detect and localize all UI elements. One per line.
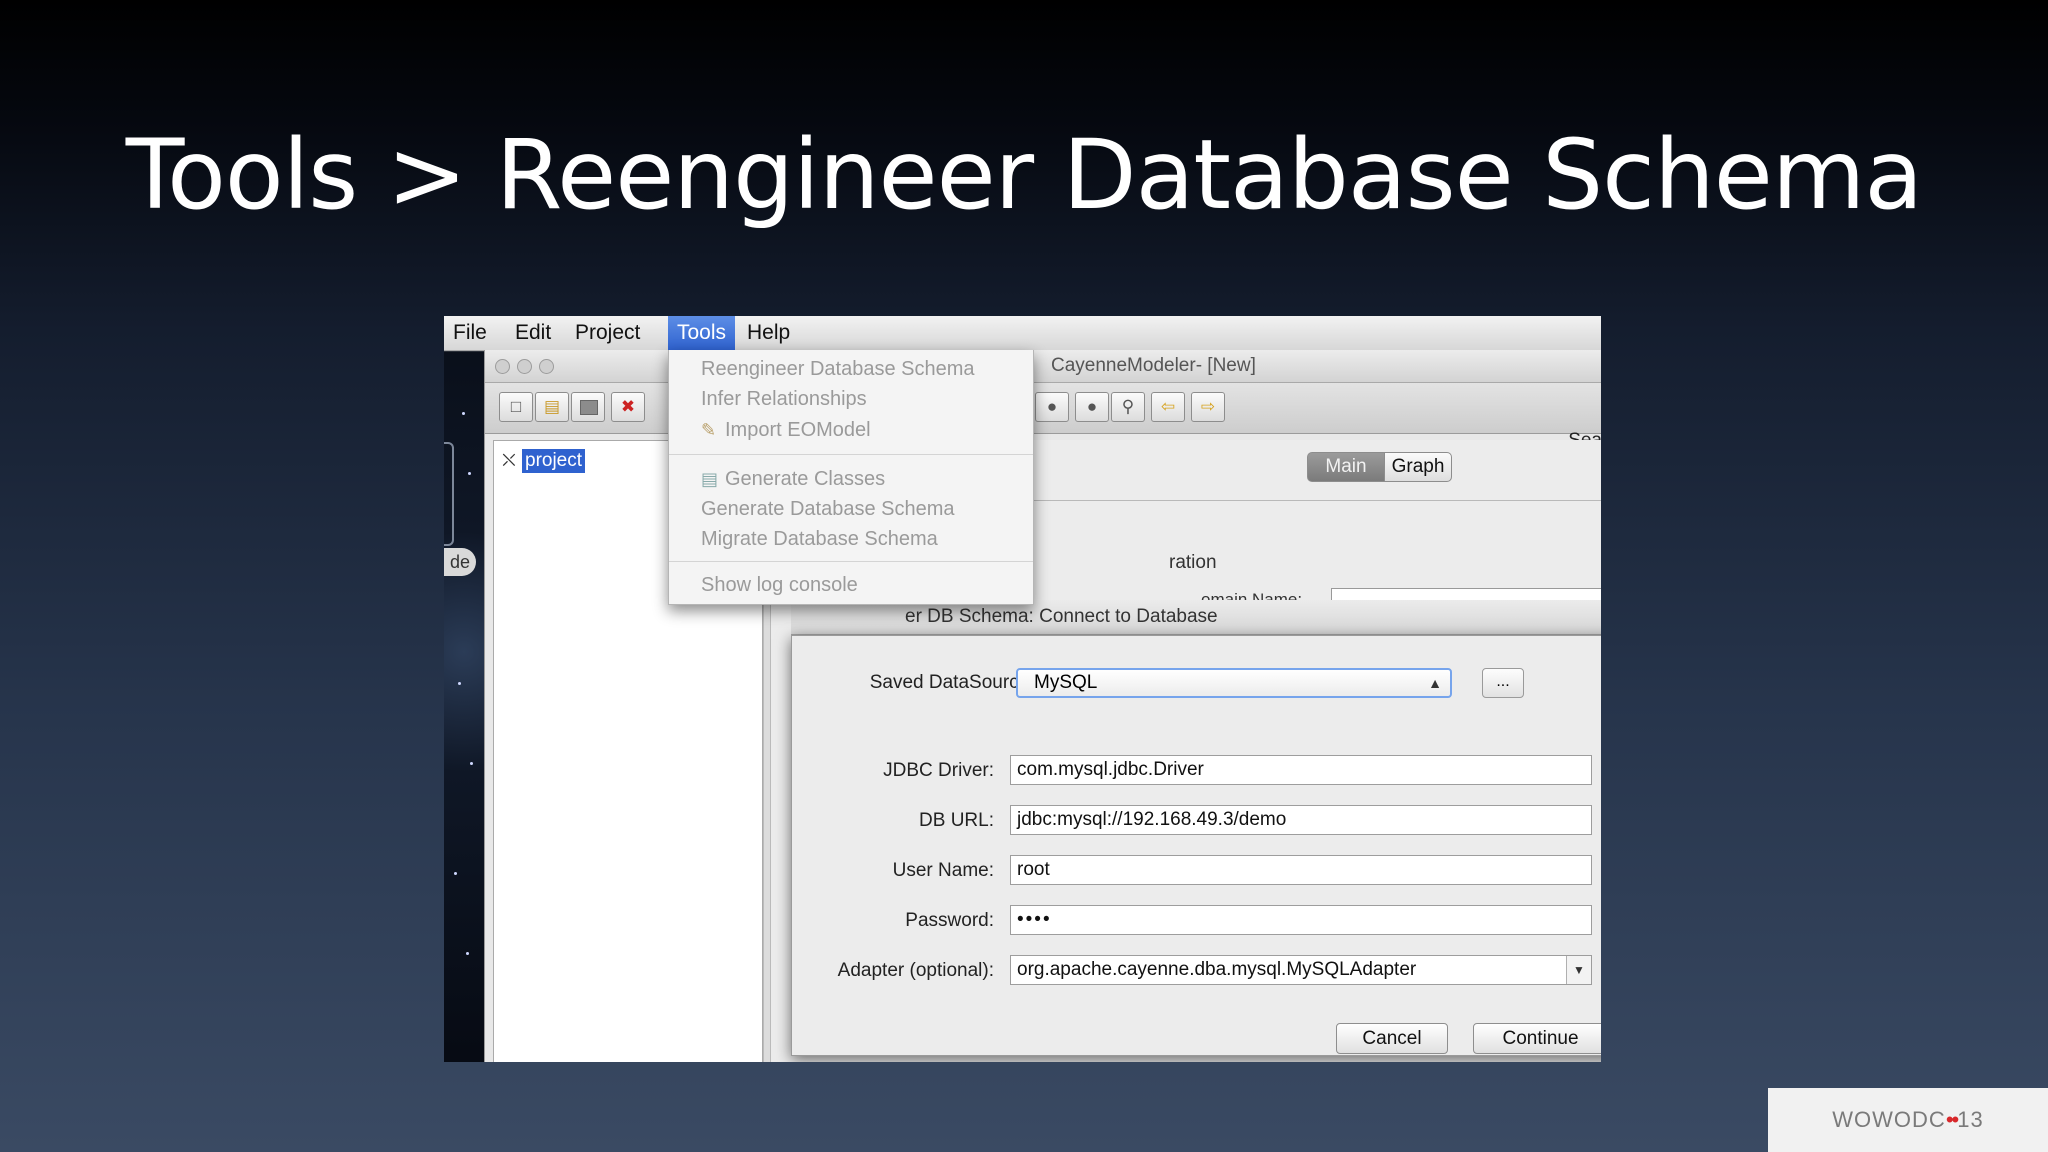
badge-dots: •• bbox=[1945, 1107, 1959, 1132]
cancel-button[interactable]: Cancel bbox=[1336, 1023, 1448, 1054]
screenshot: de File Edit Project Tools Help CayenneM… bbox=[444, 316, 1601, 1062]
connect-db-dialog: er DB Schema: Connect to Database Saved … bbox=[791, 600, 1601, 1056]
saved-datasources-value: MySQL bbox=[1034, 672, 1098, 693]
create-dbentity-icon[interactable]: ● bbox=[1075, 392, 1109, 422]
menu-item-generate-classes[interactable]: ▤ Generate Classes bbox=[701, 468, 885, 491]
new-project-icon[interactable]: □ bbox=[499, 392, 533, 422]
conference-badge: WOWODC••13 bbox=[1768, 1088, 2048, 1152]
tab-graph[interactable]: Graph bbox=[1384, 452, 1452, 482]
dialog-titlebar: er DB Schema: Connect to Database bbox=[791, 600, 1601, 635]
saved-datasources-select[interactable]: MySQL ▲ bbox=[1016, 668, 1452, 698]
menubar: File Edit Project Tools Help bbox=[444, 316, 1601, 351]
close-window-button[interactable] bbox=[495, 359, 510, 374]
back-arrow-icon[interactable]: ⇦ bbox=[1151, 392, 1185, 422]
desktop-background: de bbox=[444, 352, 484, 1062]
open-folder-icon[interactable]: ▤ bbox=[535, 392, 569, 422]
dialog-sheet: Saved DataSources: MySQL ▲ ... JDBC Driv… bbox=[791, 635, 1601, 1056]
menu-item-infer-relationships[interactable]: Infer Relationships bbox=[701, 388, 867, 411]
db-url-label: DB URL: bbox=[919, 810, 994, 831]
slide-title: Tools > Reengineer Database Schema bbox=[125, 119, 1923, 231]
remove-icon[interactable]: ✖ bbox=[611, 392, 645, 422]
desktop-pill: de bbox=[444, 548, 476, 576]
menu-item-label: Generate Classes bbox=[725, 468, 886, 490]
modeler-window: CayenneModeler- [New] □ ▤ ✖ ● ● ⚲ ⇦ ⇨ Se… bbox=[484, 350, 1601, 1062]
menu-file[interactable]: File bbox=[444, 316, 496, 350]
database-icon: ⛌ bbox=[502, 450, 516, 470]
menu-project[interactable]: Project bbox=[566, 316, 649, 350]
menu-item-import-eomodel[interactable]: ✎ Import EOModel bbox=[701, 419, 871, 442]
tree-item-project[interactable]: ⛌ project bbox=[500, 449, 586, 473]
menu-edit[interactable]: Edit bbox=[506, 316, 560, 350]
updown-arrows-icon: ▲ bbox=[1428, 675, 1442, 691]
password-label: Password: bbox=[905, 910, 994, 931]
menu-tools[interactable]: Tools bbox=[668, 316, 736, 350]
tab-main[interactable]: Main bbox=[1307, 452, 1385, 482]
menu-item-reengineer-database-schema[interactable]: Reengineer Database Schema bbox=[701, 358, 975, 381]
menu-item-generate-database-schema[interactable]: Generate Database Schema bbox=[701, 498, 955, 521]
adapter-label: Adapter (optional): bbox=[837, 960, 994, 981]
continue-button[interactable]: Continue bbox=[1473, 1023, 1601, 1054]
user-name-input[interactable]: root bbox=[1010, 855, 1592, 885]
create-datanode-icon[interactable]: ● bbox=[1035, 392, 1069, 422]
import-eomodel-icon: ✎ bbox=[701, 420, 717, 440]
minimize-window-button[interactable] bbox=[517, 359, 532, 374]
edit-datasources-button[interactable]: ... bbox=[1482, 668, 1524, 698]
generate-classes-icon: ▤ bbox=[701, 469, 719, 489]
jdbc-driver-label: JDBC Driver: bbox=[883, 760, 994, 781]
forward-arrow-icon[interactable]: ⇨ bbox=[1191, 392, 1225, 422]
db-url-input[interactable]: jdbc:mysql://192.168.49.3/demo bbox=[1010, 805, 1592, 835]
adapter-combobox[interactable]: org.apache.cayenne.dba.mysql.MySQLAdapte… bbox=[1010, 955, 1592, 985]
chevron-down-icon[interactable]: ▼ bbox=[1566, 956, 1591, 984]
window-titlebar: CayenneModeler- [New] bbox=[485, 350, 1601, 383]
desktop-dock-edge bbox=[444, 442, 454, 546]
save-icon[interactable] bbox=[571, 392, 605, 422]
toolbar: □ ▤ ✖ ● ● ⚲ ⇦ ⇨ Sea bbox=[485, 383, 1601, 451]
adapter-value: org.apache.cayenne.dba.mysql.MySQLAdapte… bbox=[1017, 959, 1417, 980]
password-input[interactable]: •••• bbox=[1010, 905, 1592, 935]
menu-separator bbox=[669, 454, 1033, 455]
menu-item-label: Import EOModel bbox=[725, 419, 871, 441]
menu-help[interactable]: Help bbox=[738, 316, 799, 350]
zoom-window-button[interactable] bbox=[539, 359, 554, 374]
menu-item-show-log-console[interactable]: Show log console bbox=[701, 574, 858, 597]
menu-separator bbox=[669, 561, 1033, 562]
magnifier-icon[interactable]: ⚲ bbox=[1111, 392, 1145, 422]
badge-prefix: WOWODC bbox=[1832, 1107, 1946, 1132]
tree-item-label: project bbox=[522, 449, 586, 473]
badge-suffix: 13 bbox=[1957, 1107, 1984, 1132]
dialog-title: er DB Schema: Connect to Database bbox=[905, 606, 1218, 627]
tools-menu: Reengineer Database Schema Infer Relatio… bbox=[668, 350, 1034, 605]
user-name-label: User Name: bbox=[892, 860, 994, 881]
jdbc-driver-input[interactable]: com.mysql.jdbc.Driver bbox=[1010, 755, 1592, 785]
window-title: CayenneModeler- [New] bbox=[1051, 355, 1256, 376]
menu-item-migrate-database-schema[interactable]: Migrate Database Schema bbox=[701, 528, 938, 551]
section-heading: ration bbox=[1169, 552, 1217, 573]
